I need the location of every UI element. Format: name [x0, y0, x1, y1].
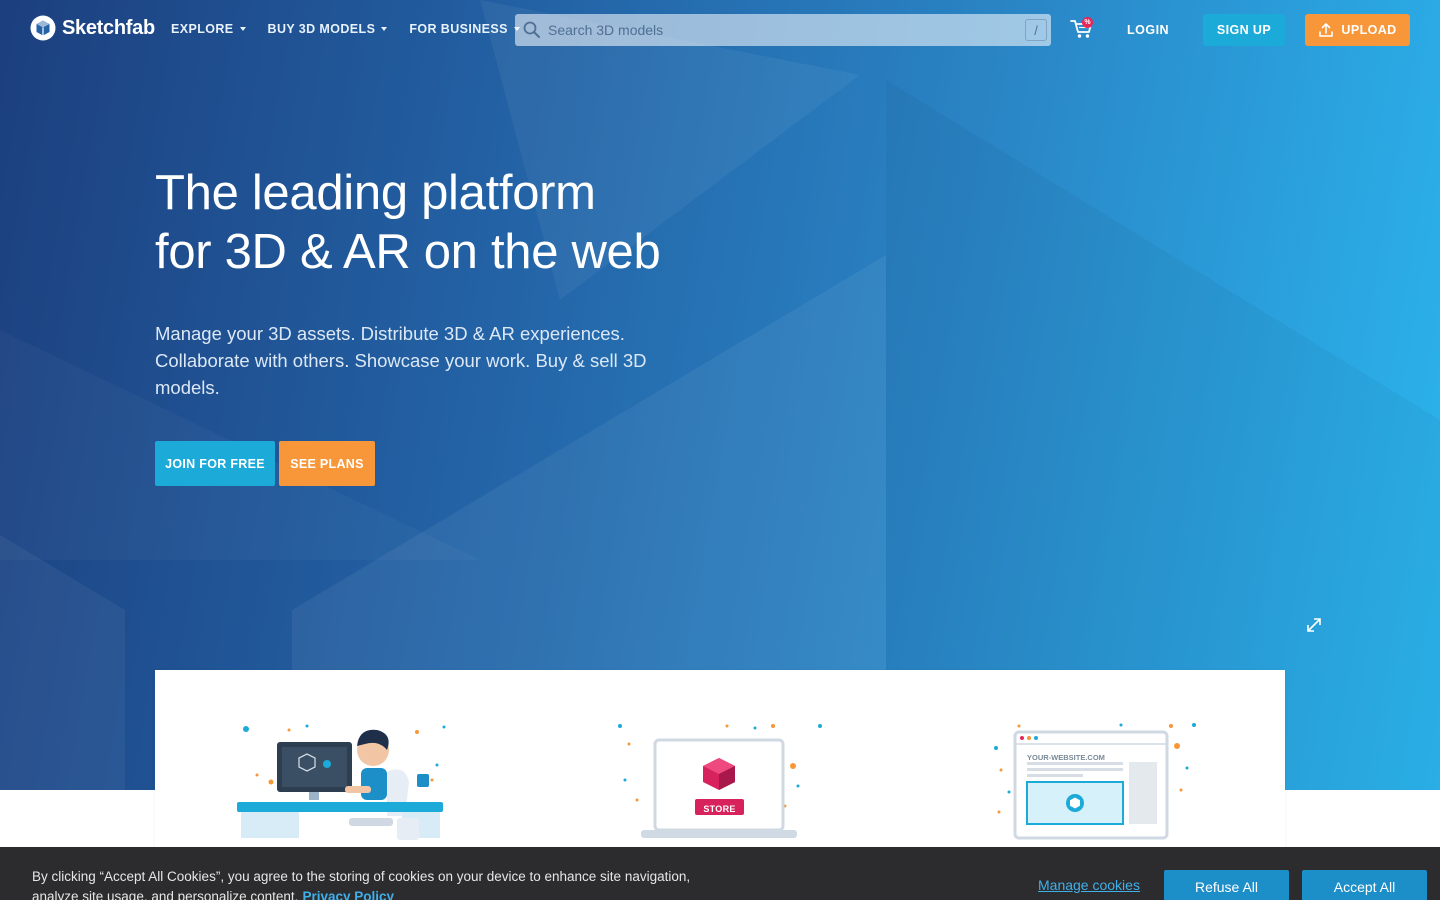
nav-menu: EXPLORE BUY 3D MODELS FOR BUSINESS — [171, 22, 520, 36]
search-bar: / — [515, 14, 1051, 46]
sign-up-button[interactable]: SIGN UP — [1203, 14, 1285, 46]
upload-label: UPLOAD — [1341, 23, 1397, 37]
chevron-down-icon — [239, 27, 246, 31]
privacy-policy-link[interactable]: Privacy Policy — [302, 889, 394, 900]
creator-desk-illustration — [237, 724, 446, 840]
see-plans-button[interactable]: SEE PLANS — [279, 441, 375, 486]
join-for-free-button[interactable]: JOIN FOR FREE — [155, 441, 275, 486]
hero-subtext: Manage your 3D assets. Distribute 3D & A… — [155, 323, 647, 398]
search-input[interactable] — [542, 22, 1025, 38]
cart-sale-badge: % — [1082, 17, 1093, 28]
manage-cookies-link[interactable]: Manage cookies — [1038, 877, 1140, 893]
chevron-down-icon — [381, 27, 388, 31]
nav-explore-label: EXPLORE — [171, 22, 234, 36]
cookie-consent-text: By clicking “Accept All Cookies”, you ag… — [32, 867, 712, 900]
accept-all-button[interactable]: Accept All — [1302, 870, 1427, 900]
expand-icon[interactable] — [1305, 616, 1323, 634]
store-badge-label: STORE — [703, 804, 736, 814]
brand-logo[interactable]: Sketchfab — [30, 15, 155, 41]
upload-icon — [1319, 23, 1334, 37]
website-embed-illustration — [994, 723, 1196, 840]
refuse-all-button[interactable]: Refuse All — [1164, 870, 1289, 900]
store-laptop-illustration — [618, 724, 822, 838]
search-shortcut-key: / — [1025, 19, 1047, 41]
nav-explore[interactable]: EXPLORE — [171, 22, 246, 36]
top-navigation: Sketchfab EXPLORE BUY 3D MODELS FOR BUSI… — [0, 0, 1440, 60]
hero-headline-line2: for 3D & AR on the web — [155, 225, 661, 279]
nav-business-label: FOR BUSINESS — [409, 22, 508, 36]
brand-name: Sketchfab — [62, 16, 155, 39]
sketchfab-cube-icon — [30, 15, 56, 41]
cookie-banner: By clicking “Accept All Cookies”, you ag… — [0, 847, 1440, 900]
upload-button[interactable]: UPLOAD — [1305, 14, 1410, 46]
login-link[interactable]: LOGIN — [1127, 23, 1169, 37]
hero-headline-line1: The leading platform — [155, 166, 596, 220]
nav-for-business[interactable]: FOR BUSINESS — [409, 22, 520, 36]
website-url-label: YOUR-WEBSITE.COM — [1027, 753, 1105, 762]
nav-buy-3d-models[interactable]: BUY 3D MODELS — [268, 22, 388, 36]
nav-buy-label: BUY 3D MODELS — [267, 22, 376, 36]
search-icon — [523, 21, 540, 38]
hero-headline: The leading platform for 3D & AR on the … — [155, 164, 775, 282]
